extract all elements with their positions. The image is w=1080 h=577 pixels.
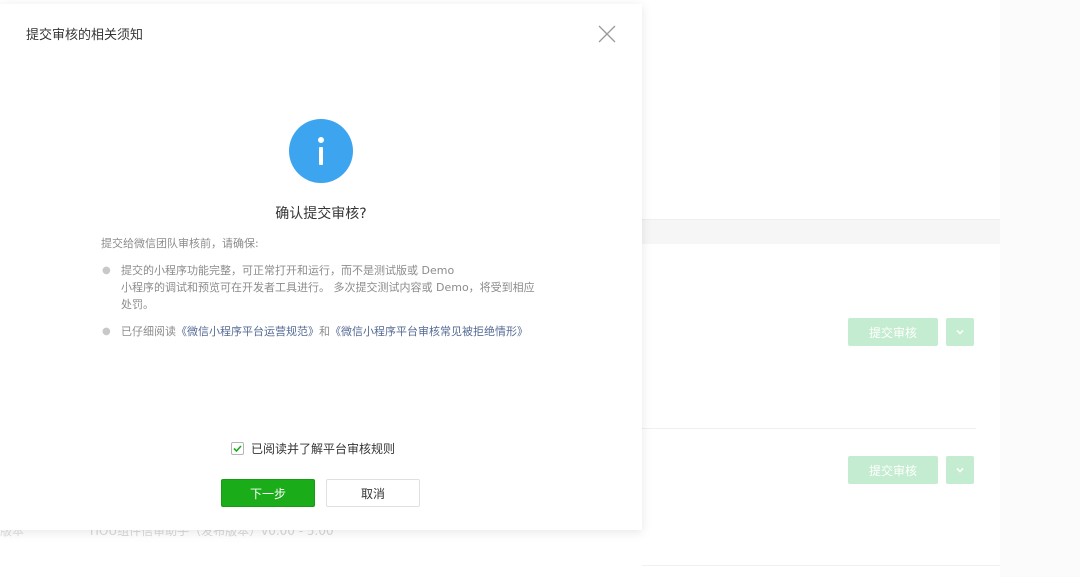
- close-button[interactable]: [596, 23, 618, 45]
- chevron-down-icon: [956, 329, 964, 335]
- bg-dropdown-button[interactable]: [946, 318, 974, 346]
- check-icon: [233, 445, 242, 453]
- submit-review-dialog: 提交审核的相关须知 确认提交审核? 提交给微信团队审核前，请确保: ● 提交的小…: [0, 4, 642, 530]
- close-icon: [598, 25, 616, 43]
- list-item: ● 提交的小程序功能完整，可正常打开和运行，而不是测试版或 Demo 小程序的调…: [101, 262, 541, 313]
- agree-checkbox[interactable]: [231, 442, 244, 455]
- rules-list: ● 提交的小程序功能完整，可正常打开和运行，而不是测试版或 Demo 小程序的调…: [101, 262, 541, 350]
- next-button[interactable]: 下一步: [221, 479, 315, 507]
- bg-submit-review-button[interactable]: 提交审核: [848, 318, 938, 346]
- bg-row-divider: [642, 565, 1000, 566]
- rule-text: 小程序的调试和预览可在开发者工具进行。 多次提交测试内容或 Demo，将受到相应…: [121, 281, 535, 311]
- confirm-heading: 确认提交审核?: [275, 206, 367, 222]
- bg-row-divider: [642, 428, 976, 429]
- intro-text: 提交给微信团队审核前，请确保:: [101, 237, 259, 250]
- agree-checkbox-row[interactable]: 已阅读并了解平台审核规则: [231, 440, 395, 457]
- agree-label: 已阅读并了解平台审核规则: [251, 442, 396, 456]
- operation-rules-link[interactable]: 《微信小程序平台运营规范》: [176, 325, 319, 338]
- rule-text: 提交的小程序功能完整，可正常打开和运行，而不是测试版或 Demo: [121, 264, 455, 277]
- rule-text: 和: [319, 325, 330, 338]
- bg-section-band: [642, 220, 1000, 244]
- list-item: ● 已仔细阅读《微信小程序平台运营规范》和《微信小程序平台审核常见被拒绝情形》: [101, 323, 541, 340]
- rule-text: 已仔细阅读: [121, 325, 176, 338]
- bullet-icon: ●: [102, 326, 111, 337]
- rejection-cases-link[interactable]: 《微信小程序平台审核常见被拒绝情形》: [330, 325, 528, 338]
- bg-dropdown-button[interactable]: [946, 456, 974, 484]
- chevron-down-icon: [956, 467, 964, 473]
- info-icon: [289, 119, 353, 183]
- dialog-title: 提交审核的相关须知: [26, 28, 144, 43]
- cancel-button[interactable]: 取消: [326, 479, 420, 507]
- bg-submit-review-button[interactable]: 提交审核: [848, 456, 938, 484]
- bullet-icon: ●: [102, 265, 111, 276]
